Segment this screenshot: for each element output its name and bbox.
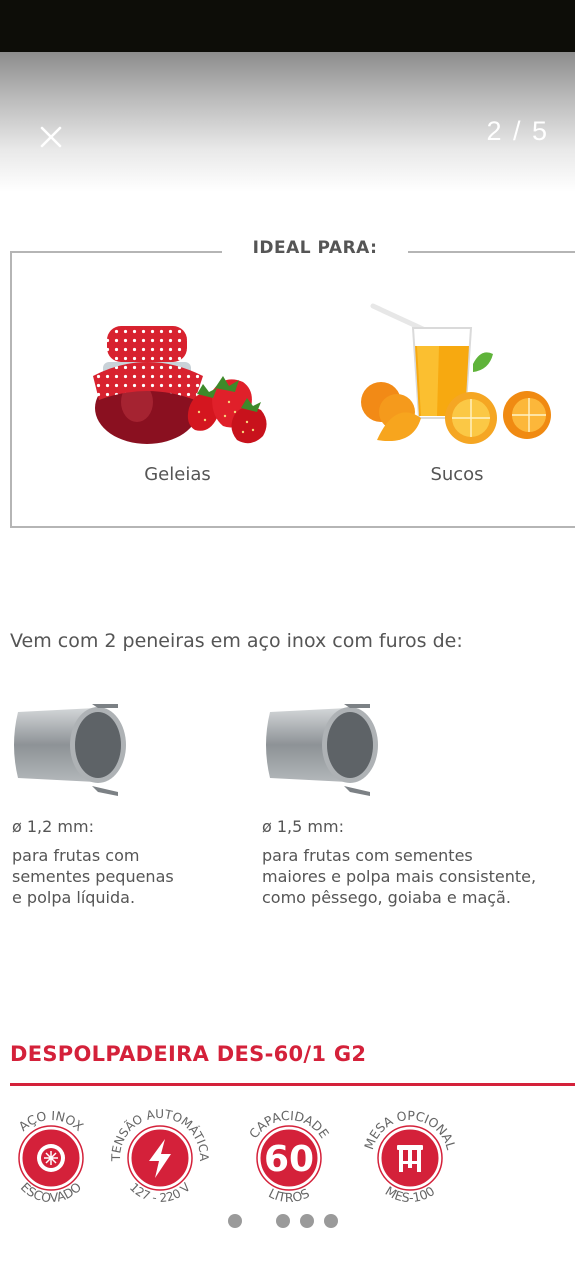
pagination-dots bbox=[0, 1214, 575, 1230]
strawberry-jam-image bbox=[93, 326, 267, 444]
sieve-1-desc-line-1: para frutas com bbox=[12, 846, 140, 865]
sieve-2-desc-line-3: como pêssego, goiaba e maçã. bbox=[262, 888, 511, 907]
orange-juice-image bbox=[361, 303, 551, 444]
sieve-2-desc-line-2: maiores e polpa mais consistente, bbox=[262, 867, 537, 886]
sieve-2-desc-line-1: para frutas com sementes bbox=[262, 846, 473, 865]
pagination-dot[interactable] bbox=[228, 1214, 242, 1228]
status-bar bbox=[0, 0, 575, 52]
pagination-dot[interactable] bbox=[300, 1214, 314, 1228]
sieves-intro: Vem com 2 peneiras em aço inox com furos… bbox=[10, 630, 463, 652]
ideal-box-top-border-left bbox=[10, 251, 222, 253]
sieve-spec-1: ø 1,2 mm: para frutas com sementes peque… bbox=[12, 816, 232, 908]
sieve-spec-2: ø 1,5 mm: para frutas com sementes maior… bbox=[262, 816, 575, 908]
sieve-1-2mm-image bbox=[14, 704, 126, 796]
sieve-2-size: ø 1,5 mm: bbox=[262, 817, 344, 836]
close-icon bbox=[40, 126, 62, 148]
pagination-dot[interactable] bbox=[276, 1214, 290, 1228]
page-counter: 2 / 5 bbox=[486, 116, 549, 146]
ideal-title: IDEAL PARA: bbox=[252, 238, 378, 258]
pagination-dot[interactable] bbox=[324, 1214, 338, 1228]
product-title-rule bbox=[10, 1083, 575, 1086]
ideal-box-top-border-right bbox=[408, 251, 575, 253]
sieve-1-desc-line-3: e polpa líquida. bbox=[12, 888, 136, 907]
ideal-item-sucos-label: Sucos bbox=[430, 464, 484, 485]
badge-mesa-opcional: MESA OPCIONAL MES-100 bbox=[361, 1108, 459, 1205]
product-title: DESPOLPADEIRA DES-60/1 G2 bbox=[10, 1042, 367, 1066]
sieve-1-5mm-image bbox=[266, 704, 378, 796]
steel-emblem-icon bbox=[37, 1144, 65, 1172]
badge-capacidade: CAPACIDADE 60 LITROS bbox=[246, 1108, 332, 1205]
badge-capacidade-value: 60 bbox=[264, 1139, 314, 1180]
ideal-item-geleias-label: Geleias bbox=[144, 464, 211, 485]
sieve-1-size: ø 1,2 mm: bbox=[12, 817, 94, 836]
badge-aco-inox: AÇO INOX ESCOVADO bbox=[16, 1108, 87, 1205]
sieve-1-desc-line-2: sementes pequenas bbox=[12, 867, 174, 886]
stool-icon bbox=[397, 1145, 423, 1172]
badge-tensao-automatica: TENSÃO AUTOMÁTICA 127 - 220 V bbox=[109, 1107, 211, 1205]
close-button[interactable] bbox=[30, 116, 72, 158]
